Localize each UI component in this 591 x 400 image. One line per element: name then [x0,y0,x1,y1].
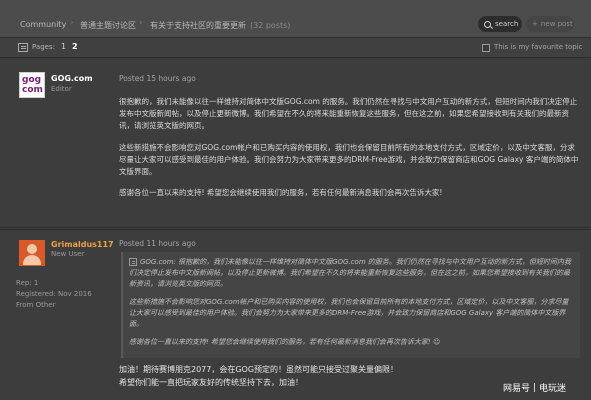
breadcrumb-topic-title: 有关于支持社区的重要更新 [150,21,246,30]
reply-text: 希望你们能一直把玩家友好的传统坚持下去，加油！ [119,378,303,387]
post-paragraph: 很抱歉的，我们未能像以往一样维持对简体中文版GOG.com 的服务。我们仍然在寻… [119,97,578,130]
user-rep: Rep: 1 [16,279,39,287]
user-role: New User [51,250,85,258]
quote-paragraph-text: GOG.com: 很抱歉的，我们未能像以往一样维持对简体中文版GOG.com 的… [129,258,571,288]
quote-paragraph: 这些新措施不会影响您对GOG.com帐户和已购买内容的使用权，我们也会保留目前所… [129,298,569,328]
breadcrumb-general-forum[interactable]: 普通主题讨论区 [80,20,136,31]
avatar-logo-text: gog [22,75,42,85]
avatar[interactable]: gog com [19,72,45,98]
username[interactable]: GOG.com [51,74,93,83]
post-timestamp: Posted 11 hours ago [119,239,196,248]
search-button[interactable]: search [478,16,522,32]
favourite-label[interactable]: This is my favourite topic [494,43,583,51]
reply-text: 加油！期待赛博朋克2077，会在GOG预定的！虽然可能只接受过聚关量偏限！ [119,365,399,374]
top-breadcrumb-bar: Community › 普通主题讨论区 › 有关于支持社区的重要更新 (32 po… [0,0,591,38]
post-paragraph: 这些新措施不会影响您对GOG.com帐户和已购买内容的使用权，我们也会保留目前所… [119,143,579,176]
watermark-divider [534,382,536,392]
post-paragraph: 感谢各位一直以来的支持! 希望您会继续使用我们的服务，若有任何最新消息我们会再次… [119,188,443,197]
page-link-2-current[interactable]: 2 [72,42,78,51]
watermark: 网易号 电玩迷 [503,380,566,394]
page-link-1[interactable]: 1 [61,42,66,51]
post-timestamp: Posted 15 hours ago [119,74,196,83]
post-count: (32 posts) [250,21,291,30]
breadcrumb-topic: 有关于支持社区的重要更新 (32 posts) [150,20,290,31]
favourite-checkbox[interactable] [482,44,490,52]
avatar[interactable] [19,240,45,266]
watermark-channel: 电玩迷 [539,383,567,394]
forum-post: gog com GOG.com Editor Posted 15 hours a… [0,60,591,228]
breadcrumb-separator-icon: › [139,18,143,28]
breadcrumb-separator-icon: › [70,18,74,28]
user-registered: Registered: Nov 2016 [16,290,92,298]
user-role: Editor [51,85,72,93]
quote-paragraph: 感谢各位一直以来的支持! 希望您会继续使用我们的服务，若有任何最新消息我们会再次… [129,338,441,346]
user-from: From Other [16,301,56,309]
watermark-source: 网易号 [503,383,531,394]
search-button-label: search [495,20,519,28]
breadcrumb-community[interactable]: Community [20,20,66,29]
pages-icon [18,43,28,52]
quote-icon [129,258,137,266]
forum-post: Grimaldus117 New User Rep: 1 Registered:… [0,229,591,400]
quote-paragraph: GOG.com: 很抱歉的，我们未能像以往一样维持对简体中文版GOG.com 的… [129,257,574,290]
plus-icon: + [532,20,538,28]
new-post-label: new post [540,20,573,28]
pagination-bar: Pages: 1 2 This is my favourite topic [0,38,591,58]
username[interactable]: Grimaldus117 [51,240,114,249]
search-icon [484,20,491,28]
new-post-button[interactable]: + new post [526,16,574,32]
pages-label: Pages: [32,43,55,51]
avatar-logo-text: com [22,85,43,95]
quote-block: GOG.com: 很抱歉的，我们未能像以往一样维持对简体中文版GOG.com 的… [121,252,580,358]
